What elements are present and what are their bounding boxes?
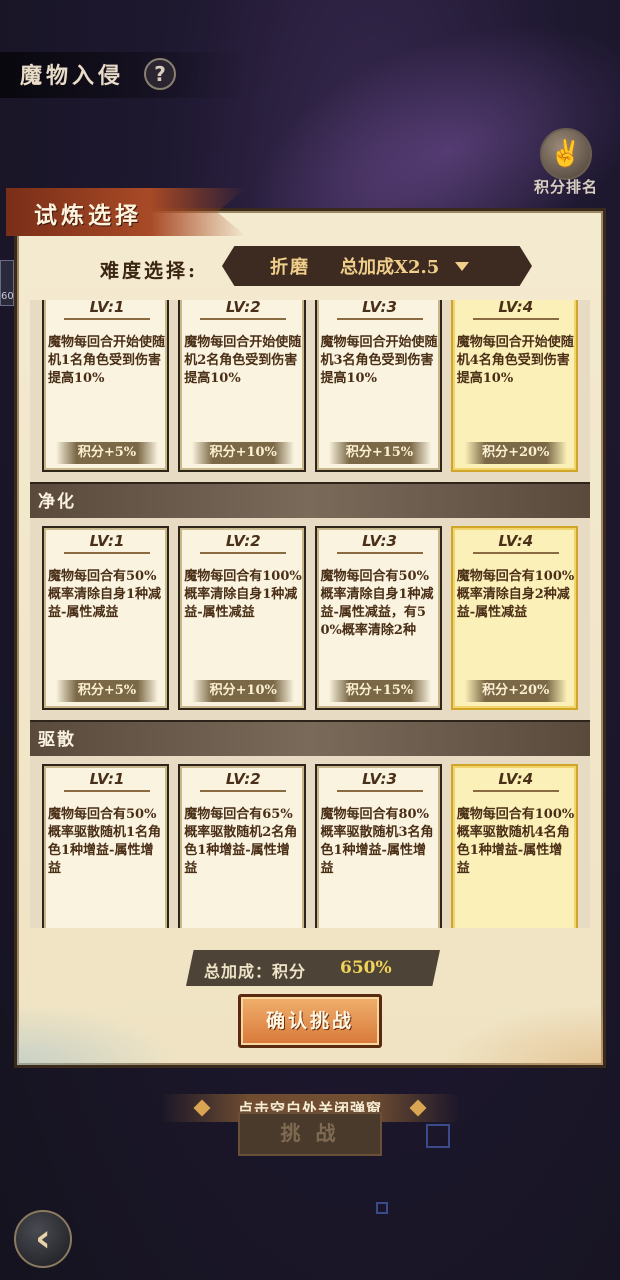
trial-card[interactable]: LV:1 魔物每回合开始使随机1名角色受到伤害提高10% 积分+5% [42,300,170,472]
card-description: 魔物每回合有50%概率清除自身1种减益-属性减益，有50%概率清除2种 [320,569,434,638]
trial-section-dispel: 驱散 LV:1 魔物每回合有50%概率驱散随机1名角色1种增益-属性增益 LV:… [30,720,590,928]
trial-card[interactable]: LV:1 魔物每回合有50%概率清除自身1种减益-属性减益 积分+5% [42,526,170,710]
card-level: LV:4 [472,770,559,792]
trial-card[interactable]: LV:3 魔物每回合有50%概率清除自身1种减益-属性减益，有50%概率清除2种… [314,526,442,710]
card-level: LV:3 [336,300,423,320]
trophy-icon: ✌ [540,128,592,180]
trial-card-selected[interactable]: LV:4 魔物每回合有100%概率驱散随机4名角色1种增益-属性增益 [450,764,578,928]
card-level: LV:2 [200,532,287,554]
card-score: 积分+15% [328,680,431,702]
trial-section-purify: 净化 LV:1 魔物每回合有50%概率清除自身1种减益-属性减益 积分+5% L… [30,482,590,720]
card-level: LV:1 [64,770,150,792]
left-edge-tab: 60 [0,260,14,306]
total-bonus-label: 总加成：积分 [204,962,307,981]
square-marker-icon [376,1202,388,1214]
total-bonus-value: 650% [340,958,392,978]
background-challenge-button: 挑 战 [238,1112,382,1156]
card-score: 积分+15% [328,442,431,464]
card-level: LV:3 [336,770,423,792]
card-level: LV:2 [200,300,287,320]
trial-card-selected[interactable]: LV:4 魔物每回合开始使随机4名角色受到伤害提高10% 积分+20% [450,300,578,472]
dialog-title: 试炼选择 [34,202,142,229]
card-description: 魔物每回合开始使随机2名角色受到伤害提高10% [184,335,302,386]
trial-card[interactable]: LV:3 魔物每回合开始使随机3名角色受到伤害提高10% 积分+15% [314,300,442,472]
card-description: 魔物每回合有50%概率驱散随机1名角色1种增益-属性增益 [48,807,162,876]
card-description: 魔物每回合开始使随机4名角色受到伤害提高10% [456,335,574,386]
difficulty-bonus: 总加成X2.5 [340,257,440,278]
trial-card-selected[interactable]: LV:4 魔物每回合有100%概率清除自身2种减益-属性减益 积分+20% [450,526,578,710]
section-title: 净化 [30,482,590,518]
dialog-decoration-right [443,1005,603,1065]
card-description: 魔物每回合有100%概率清除自身1种减益-属性减益 [184,569,302,620]
card-level: LV:1 [64,300,150,320]
page-title: 魔物入侵 [20,63,125,89]
card-level: LV:3 [336,532,423,554]
card-score: 积分+10% [192,680,295,702]
card-description: 魔物每回合有100%概率清除自身2种减益-属性减益 [456,569,575,620]
back-arrow-icon[interactable]: ‹ [14,1210,72,1268]
trial-list[interactable]: LV:1 魔物每回合开始使随机1名角色受到伤害提高10% 积分+5% LV:2 … [30,300,590,928]
dropdown-arrow-icon [455,261,470,271]
difficulty-label: 难度选择: [100,260,199,282]
difficulty-select-content[interactable]: 折磨 总加成X2.5 [236,252,518,280]
card-score: 积分+20% [464,442,567,464]
card-level: LV:4 [472,300,559,320]
card-description: 魔物每回合有100%概率驱散随机4名角色1种增益-属性增益 [456,807,575,876]
card-score: 积分+5% [56,442,158,464]
trial-card[interactable]: LV:1 魔物每回合有50%概率驱散随机1名角色1种增益-属性增益 [42,764,170,928]
card-score: 积分+5% [56,680,158,702]
trial-card[interactable]: LV:3 魔物每回合有80%概率驱散随机3名角色1种增益-属性增益 [314,764,442,928]
trial-card[interactable]: LV:2 魔物每回合有65%概率驱散随机2名角色1种增益-属性增益 [178,764,306,928]
confirm-challenge-button[interactable]: 确认挑战 [238,994,382,1048]
dialog-decoration-left [17,1005,177,1065]
trial-section-damage: LV:1 魔物每回合开始使随机1名角色受到伤害提高10% 积分+5% LV:2 … [30,300,590,482]
difficulty-level: 折磨 [270,257,310,278]
card-level: LV:4 [472,532,559,554]
card-description: 魔物每回合有80%概率驱散随机3名角色1种增益-属性增益 [320,807,434,876]
card-description: 魔物每回合开始使随机1名角色受到伤害提高10% [48,335,166,386]
square-marker-icon [426,1124,450,1148]
rank-label: 积分排名 [533,178,598,196]
section-title: 驱散 [30,720,590,756]
help-icon[interactable]: ? [144,58,176,90]
card-level: LV:1 [64,532,150,554]
card-score: 积分+10% [192,442,295,464]
trial-card[interactable]: LV:2 魔物每回合开始使随机2名角色受到伤害提高10% 积分+10% [178,300,306,472]
card-description: 魔物每回合有65%概率驱散随机2名角色1种增益-属性增益 [184,807,298,876]
card-level: LV:2 [200,770,287,792]
trial-card[interactable]: LV:2 魔物每回合有100%概率清除自身1种减益-属性减益 积分+10% [178,526,306,710]
rank-button[interactable]: ✌ 积分排名 [522,122,610,200]
card-score: 积分+20% [464,680,567,702]
card-description: 魔物每回合有50%概率清除自身1种减益-属性减益 [48,569,162,620]
card-description: 魔物每回合开始使随机3名角色受到伤害提高10% [320,335,438,386]
